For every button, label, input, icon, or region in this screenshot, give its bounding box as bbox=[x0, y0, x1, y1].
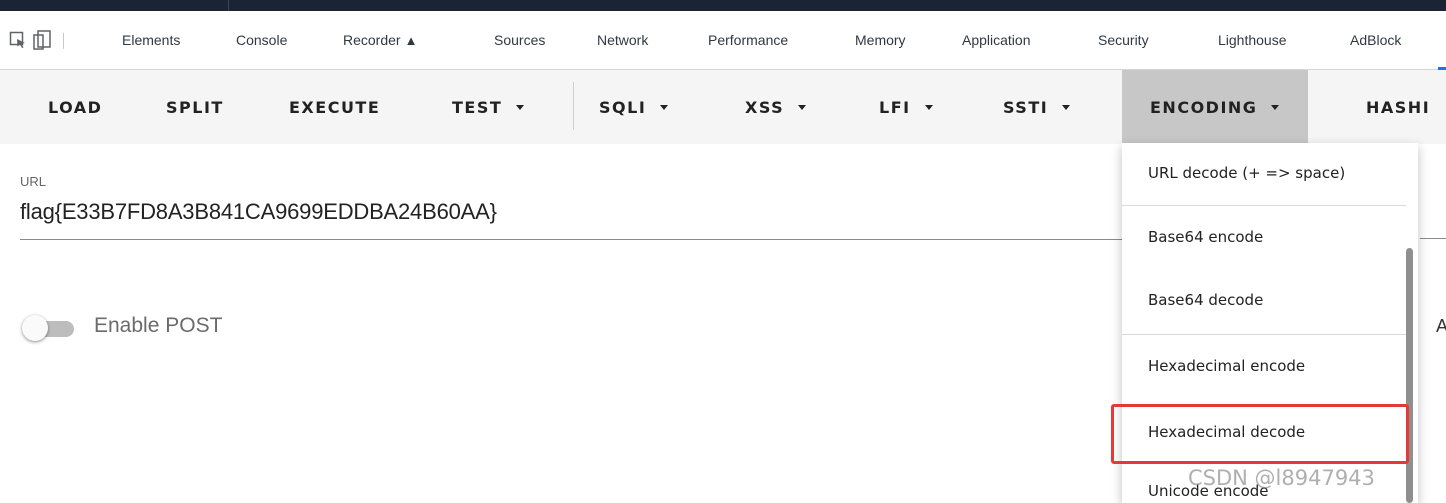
menu-item-hex-encode[interactable]: Hexadecimal encode bbox=[1122, 336, 1406, 396]
menu-divider bbox=[1122, 334, 1406, 335]
watermark: CSDN @l8947943 bbox=[1188, 466, 1375, 490]
lfi-menu-button[interactable]: LFI bbox=[879, 70, 933, 144]
menu-item-base64-encode[interactable]: Base64 encode bbox=[1122, 207, 1406, 267]
enable-post-toggle[interactable] bbox=[20, 313, 80, 343]
toggle-knob bbox=[22, 315, 48, 341]
chevron-down-icon bbox=[1062, 104, 1071, 110]
toolbar-divider bbox=[63, 33, 64, 49]
toolbar-divider bbox=[573, 82, 574, 130]
tab-security[interactable]: Security bbox=[1098, 32, 1149, 48]
tab-elements[interactable]: Elements bbox=[122, 32, 180, 48]
menu-divider bbox=[1122, 205, 1406, 206]
clipped-button-label: A bbox=[1436, 316, 1446, 336]
tab-sources[interactable]: Sources bbox=[494, 32, 545, 48]
url-input[interactable]: flag{E33B7FD8A3B841CA9699EDDBA24B60AA} bbox=[20, 199, 497, 225]
chevron-down-icon bbox=[660, 104, 669, 110]
tab-lighthouse[interactable]: Lighthouse bbox=[1218, 32, 1287, 48]
test-label: TEST bbox=[452, 97, 503, 117]
annotation-highlight-box bbox=[1111, 404, 1409, 464]
device-toolbar-icon[interactable] bbox=[32, 30, 52, 50]
browser-top-strip bbox=[0, 0, 1446, 11]
menu-scrollbar[interactable] bbox=[1406, 248, 1413, 503]
menu-item-base64-decode[interactable]: Base64 decode bbox=[1122, 270, 1406, 330]
tab-performance[interactable]: Performance bbox=[708, 32, 788, 48]
ssti-menu-button[interactable]: SSTI bbox=[1003, 70, 1071, 144]
load-button[interactable]: LOAD bbox=[48, 70, 102, 144]
encoding-menu-button[interactable]: ENCODING bbox=[1122, 70, 1308, 144]
body-field-underline bbox=[1420, 238, 1446, 239]
xss-label: XSS bbox=[745, 97, 785, 117]
ssti-label: SSTI bbox=[1003, 97, 1049, 117]
tab-memory[interactable]: Memory bbox=[855, 32, 906, 48]
chevron-down-icon bbox=[516, 104, 525, 110]
enable-post-label: Enable POST bbox=[94, 314, 223, 337]
url-field-label: URL bbox=[20, 174, 47, 189]
hashing-menu-button[interactable]: HASHI bbox=[1366, 70, 1430, 144]
sqli-menu-button[interactable]: SQLI bbox=[599, 70, 669, 144]
test-menu-button[interactable]: TEST bbox=[452, 70, 525, 144]
tab-recorder[interactable]: Recorder ▲ bbox=[343, 32, 417, 48]
encoding-label: ENCODING bbox=[1150, 97, 1258, 117]
tab-network[interactable]: Network bbox=[597, 32, 648, 48]
tab-application[interactable]: Application bbox=[962, 32, 1031, 48]
chevron-down-icon bbox=[1271, 104, 1280, 110]
url-input-underline bbox=[20, 239, 1150, 240]
menu-item-url-decode[interactable]: URL decode (+ => space) bbox=[1122, 143, 1406, 203]
sqli-label: SQLI bbox=[599, 97, 647, 117]
tab-recorder-label: Recorder bbox=[343, 32, 401, 48]
xss-menu-button[interactable]: XSS bbox=[745, 70, 807, 144]
split-button[interactable]: SPLIT bbox=[166, 70, 224, 144]
chevron-down-icon bbox=[798, 104, 807, 110]
devtools-tab-bar: Elements Console Recorder ▲ Sources Netwo… bbox=[0, 11, 1446, 70]
chevron-down-icon bbox=[924, 104, 933, 110]
lfi-label: LFI bbox=[879, 97, 911, 117]
tab-console[interactable]: Console bbox=[236, 32, 287, 48]
execute-button[interactable]: EXECUTE bbox=[289, 70, 380, 144]
hackbar-toolbar: LOAD SPLIT EXECUTE TEST SQLI XSS LFI SST… bbox=[0, 70, 1446, 144]
tab-adblock[interactable]: AdBlock bbox=[1350, 32, 1401, 48]
inspect-element-icon[interactable] bbox=[8, 30, 28, 50]
flask-icon: ▲ bbox=[404, 33, 418, 48]
